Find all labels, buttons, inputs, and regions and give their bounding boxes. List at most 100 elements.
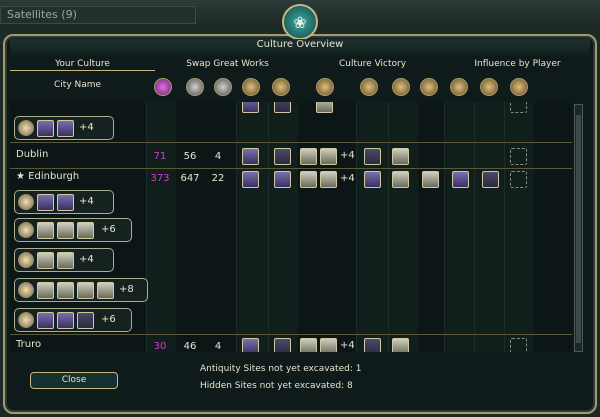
great-work-slot[interactable] — [364, 148, 381, 165]
artifact-slot[interactable] — [392, 338, 409, 352]
wonder-header-icon-8 — [480, 78, 498, 96]
tab-bar: Your Culture Swap Great Works Culture Vi… — [10, 57, 590, 71]
great-work-slot[interactable] — [37, 312, 54, 329]
artifact-slot[interactable] — [77, 282, 94, 299]
building-row[interactable]: +8 — [14, 278, 148, 302]
great-work-slot[interactable] — [57, 120, 74, 137]
city-name-label: Edinburgh — [28, 171, 80, 182]
building-row[interactable]: +4 — [14, 116, 114, 140]
artifact-slot[interactable] — [300, 171, 317, 188]
tab-your-culture[interactable]: Your Culture — [10, 57, 155, 71]
empty-slot — [510, 102, 527, 113]
wonder-header-icon-4 — [360, 78, 378, 96]
empty-slot — [510, 338, 527, 352]
great-work-slot[interactable] — [37, 194, 54, 211]
great-work-slot[interactable] — [274, 338, 291, 352]
building-icon — [18, 194, 34, 210]
great-work-slot[interactable] — [452, 171, 469, 188]
city-name[interactable]: Dublin — [16, 149, 48, 160]
great-work-slot[interactable] — [242, 171, 259, 188]
great-work-slot[interactable] — [274, 102, 291, 113]
tourism-column — [146, 102, 176, 352]
table-row[interactable]: ★ Edinburgh 373 647 22 +4 — [10, 168, 572, 190]
artifact-slot[interactable] — [320, 171, 337, 188]
slot-column-4 — [388, 102, 418, 352]
artifact-slot[interactable] — [392, 171, 409, 188]
table-row[interactable]: Dublin 71 56 4 +4 — [10, 142, 572, 168]
antiquity-sites-text: Antiquity Sites not yet excavated: 1 — [200, 364, 362, 374]
tab-culture-victory[interactable]: Culture Victory — [300, 57, 445, 71]
plus-value: +4 — [340, 173, 355, 184]
tab-influence-by-player[interactable]: Influence by Player — [445, 57, 590, 71]
building-icon — [18, 312, 34, 328]
artifact-slot[interactable] — [57, 222, 74, 239]
great-work-slot[interactable] — [364, 171, 381, 188]
slot-column-7 — [504, 102, 534, 352]
great-work-slot[interactable] — [57, 194, 74, 211]
building-row[interactable]: +4 — [14, 190, 114, 214]
great-work-slot[interactable] — [37, 120, 54, 137]
great-works-header-icon[interactable] — [214, 78, 232, 96]
artifact-slot[interactable] — [57, 252, 74, 269]
great-work-slot[interactable] — [482, 171, 499, 188]
plus-value: +4 — [340, 340, 355, 351]
slot-column-5 — [444, 102, 474, 352]
building-row[interactable]: +4 — [14, 248, 114, 272]
artifact-slot[interactable] — [300, 338, 317, 352]
wonder-header-icon-7 — [450, 78, 468, 96]
great-work-slot[interactable] — [242, 148, 259, 165]
page-title: Culture Overview — [10, 39, 590, 55]
city-table: +4 Dublin 71 56 4 +4 ★ Edinburgh 373 647… — [10, 102, 572, 352]
plus-value: +6 — [101, 224, 116, 235]
tab-swap-great-works[interactable]: Swap Great Works — [155, 57, 300, 71]
culture-emblem-icon: ❀ — [282, 4, 318, 40]
great-work-slot[interactable] — [57, 312, 74, 329]
artifact-slot[interactable] — [57, 282, 74, 299]
great-work-slot[interactable] — [274, 148, 291, 165]
artifact-slot[interactable] — [320, 338, 337, 352]
city-name-header[interactable]: City Name — [54, 80, 101, 90]
culture-value: 647 — [180, 173, 200, 184]
great-work-slot[interactable] — [364, 338, 381, 352]
artifact-slot[interactable] — [320, 148, 337, 165]
building-row[interactable]: +6 — [14, 218, 132, 242]
city-name[interactable]: ★ Edinburgh — [16, 171, 79, 182]
artifact-slot[interactable] — [37, 222, 54, 239]
city-name[interactable]: Truro — [16, 339, 41, 350]
table-row[interactable]: Truro 30 46 4 +4 — [10, 334, 572, 352]
wonder-header-icon-5 — [392, 78, 410, 96]
wonder-header-icon-6 — [420, 78, 438, 96]
great-works-value: 4 — [214, 151, 222, 162]
tourism-header-icon[interactable] — [154, 78, 172, 96]
artifact-slot[interactable] — [37, 252, 54, 269]
satellites-label[interactable]: Satellites (9) — [0, 6, 196, 24]
plus-value: +8 — [119, 284, 134, 295]
artifact-slot[interactable] — [300, 148, 317, 165]
great-work-slot[interactable] — [274, 171, 291, 188]
artifact-slot[interactable] — [422, 171, 439, 188]
wonder-header-icon-3 — [316, 78, 334, 96]
building-row[interactable]: +6 — [14, 308, 132, 332]
artifact-slot[interactable] — [316, 102, 333, 113]
great-work-slot[interactable] — [77, 312, 94, 329]
artifact-slot[interactable] — [37, 282, 54, 299]
scrollbar-thumb[interactable] — [576, 115, 581, 343]
building-icon — [18, 282, 34, 298]
wonder-header-icon-9 — [510, 78, 528, 96]
culture-header-icon[interactable] — [186, 78, 204, 96]
artifact-slot[interactable] — [77, 222, 94, 239]
artifact-slot[interactable] — [97, 282, 114, 299]
tourism-value: 373 — [150, 173, 170, 184]
tourism-value: 71 — [153, 151, 167, 162]
artifact-slot[interactable] — [392, 148, 409, 165]
great-work-slot[interactable] — [242, 338, 259, 352]
close-button[interactable]: Close — [30, 372, 118, 389]
wonder-header-icon-2 — [272, 78, 290, 96]
plus-value: +6 — [101, 314, 116, 325]
table-scrollbar[interactable] — [574, 104, 583, 352]
building-icon — [18, 120, 34, 136]
great-work-slot[interactable] — [242, 102, 259, 113]
building-icon — [18, 222, 34, 238]
plus-value: +4 — [79, 122, 94, 133]
plus-value: +4 — [79, 254, 94, 265]
